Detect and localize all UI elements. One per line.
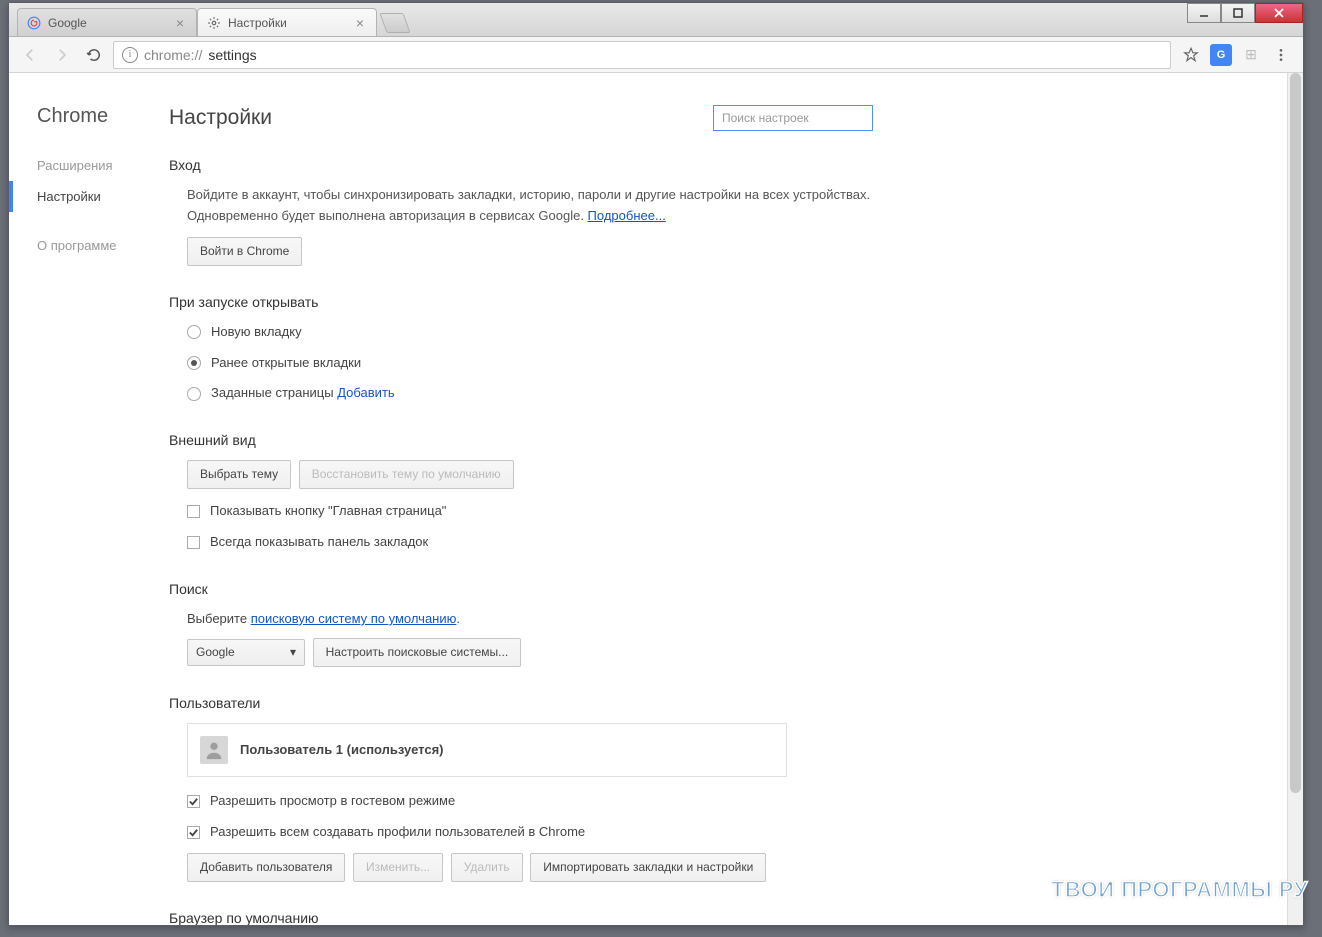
section-search: Поиск Выберите поисковую систему по умол… — [169, 581, 889, 667]
translate-icon[interactable]: G — [1207, 41, 1235, 69]
section-title: Вход — [169, 157, 889, 173]
radio-newtab[interactable]: Новую вкладку — [187, 322, 889, 343]
chevron-down-icon: ▾ — [290, 643, 296, 662]
settings-main: Настройки Поиск настроек Вход Войдите в … — [169, 73, 1303, 925]
current-user-row[interactable]: Пользователь 1 (используется) — [187, 723, 787, 777]
section-title: При запуске открывать — [169, 294, 889, 310]
header-row: Настройки Поиск настроек — [169, 105, 1283, 131]
sidebar-item-about[interactable]: О программе — [9, 230, 169, 261]
section-title: Внешний вид — [169, 432, 889, 448]
radio-icon — [187, 356, 201, 370]
google-icon — [26, 15, 42, 31]
add-user-button[interactable]: Добавить пользователя — [187, 853, 345, 882]
check-anyone[interactable]: Разрешить всем создавать профили пользов… — [187, 822, 889, 843]
default-search-link[interactable]: поисковую систему по умолчанию — [251, 611, 457, 626]
window-controls — [1187, 3, 1303, 23]
search-engine-select[interactable]: Google▾ — [187, 639, 305, 666]
forward-button[interactable] — [49, 42, 75, 68]
add-pages-link[interactable]: Добавить — [337, 383, 394, 404]
search-input[interactable]: Поиск настроек — [713, 105, 873, 131]
section-title: Браузер по умолчанию — [169, 910, 889, 925]
gear-icon — [206, 15, 222, 31]
delete-user-button[interactable]: Удалить — [451, 853, 523, 882]
brand-label: Chrome — [9, 105, 169, 128]
tab-title: Google — [48, 16, 87, 30]
page-title: Настройки — [169, 106, 272, 130]
section-users: Пользователи Пользователь 1 (используетс… — [169, 695, 889, 882]
section-title: Поиск — [169, 581, 889, 597]
sidebar-item-extensions[interactable]: Расширения — [9, 150, 169, 181]
section-appearance: Внешний вид Выбрать тему Восстановить те… — [169, 432, 889, 553]
scrollbar-thumb[interactable] — [1290, 73, 1301, 793]
section-default-browser: Браузер по умолчанию Назначить Google Ch… — [169, 910, 889, 925]
close-button[interactable] — [1255, 3, 1303, 23]
avatar-icon — [200, 736, 228, 764]
learn-more-link[interactable]: Подробнее... — [588, 208, 666, 223]
radio-icon — [187, 387, 201, 401]
sidebar: Chrome Расширения Настройки О программе — [9, 73, 169, 925]
search-placeholder: Поиск настроек — [722, 111, 809, 125]
menu-icon[interactable] — [1267, 41, 1295, 69]
tab-close-icon[interactable]: × — [352, 15, 368, 31]
check-guest[interactable]: Разрешить просмотр в гостевом режиме — [187, 791, 889, 812]
section-startup: При запуске открывать Новую вкладку Ране… — [169, 294, 889, 404]
tab-settings[interactable]: Настройки × — [197, 8, 377, 36]
check-show-home[interactable]: Показывать кнопку "Главная страница" — [187, 501, 889, 522]
tab-strip: Google × Настройки × — [9, 3, 1303, 37]
signin-button[interactable]: Войти в Chrome — [187, 237, 302, 266]
url-path: settings — [208, 47, 256, 63]
import-button[interactable]: Импортировать закладки и настройки — [530, 853, 766, 882]
section-title: Пользователи — [169, 695, 889, 711]
edit-user-button[interactable]: Изменить... — [353, 853, 443, 882]
section-signin: Вход Войдите в аккаунт, чтобы синхронизи… — [169, 157, 889, 266]
reset-theme-button[interactable]: Восстановить тему по умолчанию — [299, 460, 514, 489]
address-bar[interactable]: i chrome:// settings — [113, 41, 1171, 69]
checkbox-icon — [187, 536, 200, 549]
site-info-icon[interactable]: i — [122, 47, 138, 63]
page-content: Chrome Расширения Настройки О программе … — [9, 73, 1303, 925]
star-icon[interactable] — [1177, 41, 1205, 69]
signin-description: Войдите в аккаунт, чтобы синхронизироват… — [187, 185, 889, 227]
sidebar-item-settings[interactable]: Настройки — [9, 181, 169, 212]
toolbar-right: G ⊞ — [1177, 41, 1295, 69]
radio-previous[interactable]: Ранее открытые вкладки — [187, 353, 889, 374]
current-user-label: Пользователь 1 (используется) — [240, 740, 444, 761]
minimize-button[interactable] — [1187, 3, 1221, 23]
maximize-button[interactable] — [1221, 3, 1255, 23]
checkbox-icon — [187, 795, 200, 808]
radio-icon — [187, 325, 201, 339]
extension-icon[interactable]: ⊞ — [1237, 41, 1265, 69]
tab-close-icon[interactable]: × — [172, 15, 188, 31]
radio-pages[interactable]: Заданные страницы Добавить — [187, 383, 889, 404]
manage-engines-button[interactable]: Настроить поисковые системы... — [313, 638, 522, 667]
tab-google[interactable]: Google × — [17, 8, 197, 36]
check-show-bookmarks[interactable]: Всегда показывать панель закладок — [187, 532, 889, 553]
checkbox-icon — [187, 826, 200, 839]
choose-theme-button[interactable]: Выбрать тему — [187, 460, 291, 489]
reload-button[interactable] — [81, 42, 107, 68]
tab-title: Настройки — [228, 16, 287, 30]
browser-window: Google × Настройки × i chrome:// settings… — [8, 2, 1304, 926]
toolbar: i chrome:// settings G ⊞ — [9, 37, 1303, 73]
search-description: Выберите поисковую систему по умолчанию. — [187, 609, 889, 630]
url-scheme: chrome:// — [144, 47, 202, 63]
new-tab-button[interactable] — [379, 13, 410, 33]
scrollbar[interactable] — [1287, 73, 1303, 925]
checkbox-icon — [187, 505, 200, 518]
back-button[interactable] — [17, 42, 43, 68]
